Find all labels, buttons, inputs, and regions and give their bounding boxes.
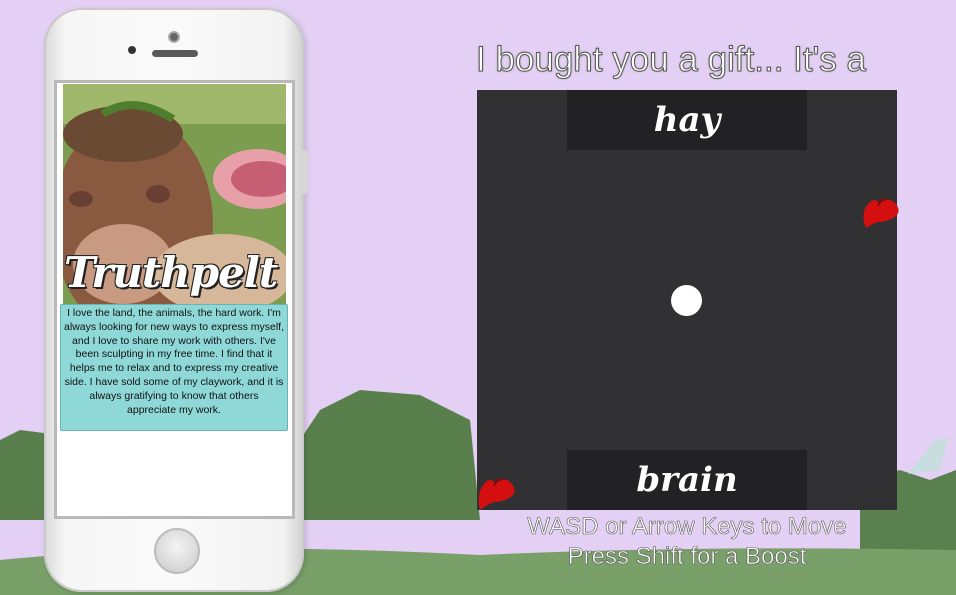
game-arena: hay brain — [477, 90, 897, 510]
phone-home-button[interactable] — [154, 528, 200, 574]
phone-camera-icon — [128, 46, 136, 54]
red-heart-icon[interactable] — [858, 192, 902, 232]
goal-bottom: brain — [567, 450, 807, 510]
goal-top: hay — [567, 90, 807, 150]
red-heart-icon[interactable] — [474, 472, 518, 512]
goal-bottom-label: brain — [636, 460, 738, 500]
phone-side-button — [300, 150, 308, 194]
ball — [671, 285, 702, 316]
phone-speaker-icon — [152, 50, 198, 57]
game-title: I bought you a gift... It's a — [476, 40, 867, 80]
profile-name: Truthpelt — [64, 248, 278, 297]
goal-top-label: hay — [653, 100, 721, 140]
phone-sensor-icon — [168, 31, 180, 43]
profile-bio: I love the land, the animals, the hard w… — [60, 304, 288, 431]
instructions: WASD or Arrow Keys to Move Press Shift f… — [477, 512, 897, 572]
instructions-move: WASD or Arrow Keys to Move — [527, 513, 847, 541]
instructions-boost: Press Shift for a Boost — [567, 543, 807, 571]
